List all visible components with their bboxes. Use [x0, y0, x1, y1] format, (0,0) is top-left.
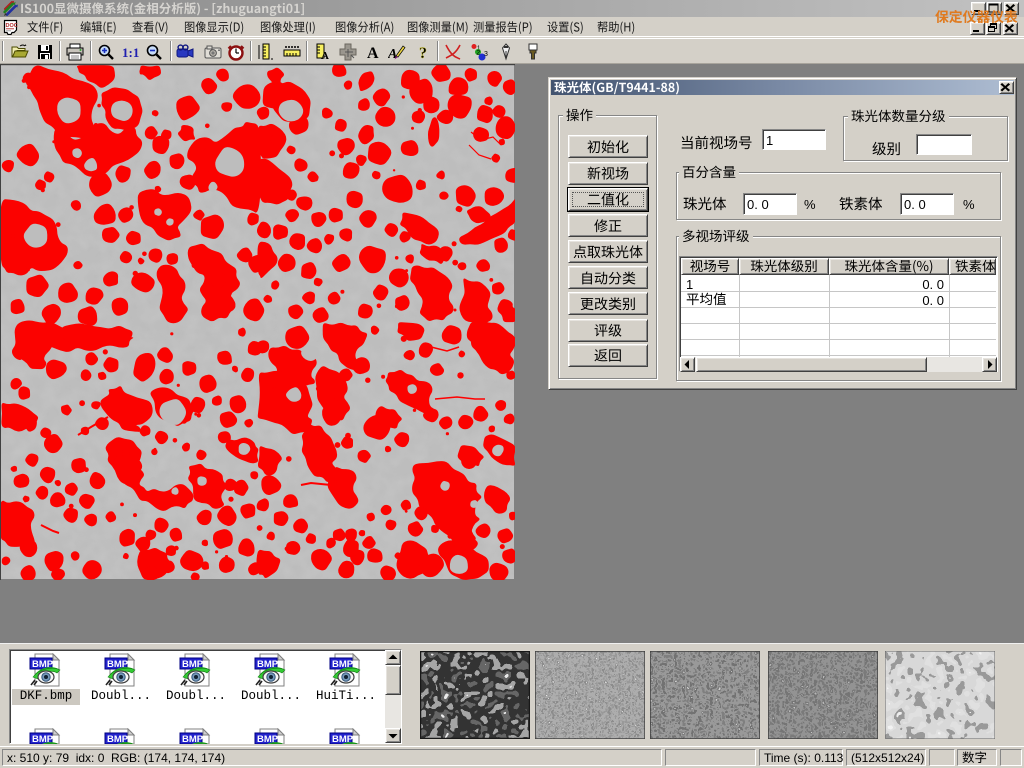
- svg-text:DOC: DOC: [6, 23, 18, 29]
- svg-text:A: A: [388, 47, 397, 61]
- svg-text:A: A: [321, 50, 329, 61]
- svg-text:1:1: 1:1: [122, 45, 139, 60]
- svg-text:?: ?: [419, 45, 427, 61]
- svg-text:3: 3: [484, 51, 488, 58]
- svg-text:A: A: [367, 45, 379, 61]
